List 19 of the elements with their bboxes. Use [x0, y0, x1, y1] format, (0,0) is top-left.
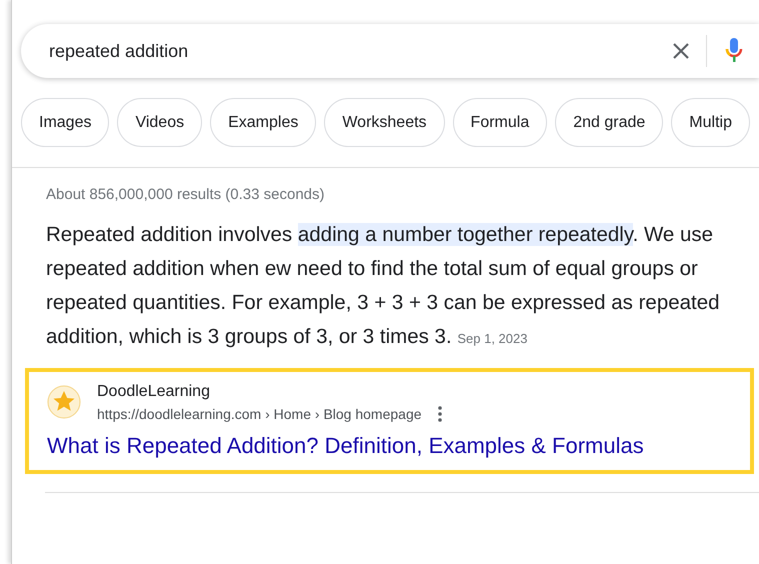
result-stats: About 856,000,000 results (0.33 seconds)	[46, 185, 326, 205]
microphone-icon[interactable]	[725, 38, 743, 64]
filter-chip[interactable]: Examples	[210, 98, 316, 147]
result-date: Sep 1, 2023	[457, 330, 528, 346]
result-url: https://doodlelearning.com › Home › Blog homepage	[97, 404, 422, 424]
search-box[interactable]: repeated addition	[21, 24, 759, 78]
search-field[interactable]: repeated addition	[47, 36, 672, 66]
close-icon[interactable]	[672, 42, 690, 60]
filter-chip[interactable]: Images	[21, 98, 110, 147]
filter-chip[interactable]: Multip	[671, 98, 750, 147]
star-logo-icon	[47, 385, 81, 419]
result-title-link[interactable]: What is Repeated Addition? Definition, Examples & Formulas	[47, 428, 644, 462]
filter-chip[interactable]: 2nd grade	[555, 98, 664, 147]
filter-chip[interactable]: Formula	[452, 98, 548, 147]
site-name: DoodleLearning	[97, 382, 211, 402]
filter-chip[interactable]: Worksheets	[324, 98, 445, 147]
more-options-icon[interactable]	[438, 406, 442, 422]
filter-chip[interactable]: Videos	[117, 98, 202, 147]
snippet-text: Repeated addition involves adding a number together repeatedly. We use repeated addition when ew need to find the total sum of equal groups or repeated quantities. For example, 3 + 3 + 3 can be expressed as repeated addition, which is 3 groups of 3, or 3 times 3. Sep 1, 2023	[46, 222, 721, 350]
